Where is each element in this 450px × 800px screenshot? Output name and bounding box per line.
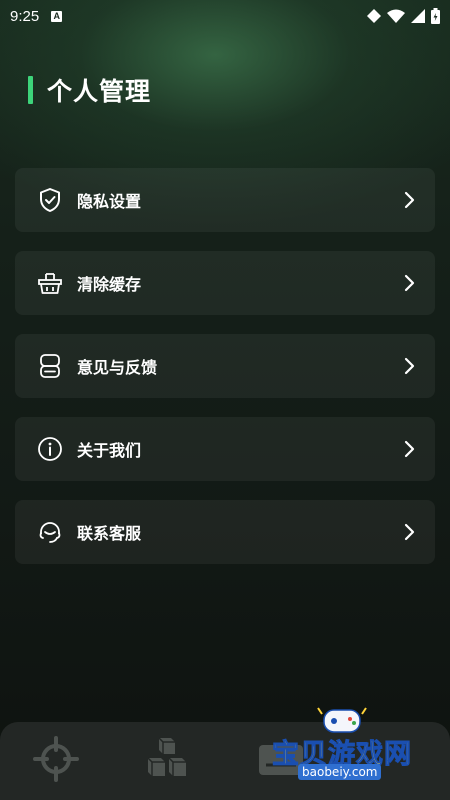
- page-title: 个人管理: [47, 77, 152, 106]
- chevron-right-icon: [404, 440, 415, 458]
- watermark-url: baobeiy.com: [298, 764, 382, 780]
- menu-item-about[interactable]: 关于我们: [15, 417, 435, 481]
- chevron-right-icon: [404, 357, 415, 375]
- chevron-right-icon: [404, 191, 415, 209]
- menu-item-label: 联系客服: [77, 524, 142, 543]
- cell-signal-icon: [411, 9, 425, 23]
- battery-icon: [431, 8, 440, 24]
- status-time: 9:25: [10, 7, 40, 25]
- menu-item-privacy[interactable]: 隐私设置: [15, 168, 435, 232]
- menu-item-clear-cache[interactable]: 清除缓存: [15, 251, 435, 315]
- status-bar: 9:25 A: [0, 0, 450, 32]
- menu-item-label: 隐私设置: [77, 192, 142, 211]
- chevron-right-icon: [404, 523, 415, 541]
- shield-check-icon: [37, 187, 63, 213]
- signal-diamond-icon: [367, 9, 381, 23]
- tab-crosshair[interactable]: [31, 734, 81, 784]
- page-header: 个人管理: [28, 72, 151, 108]
- basket-icon: [37, 270, 63, 296]
- menu-item-label: 关于我们: [77, 441, 142, 460]
- menu-item-label: 意见与反馈: [77, 358, 158, 377]
- settings-menu: 隐私设置 清除缓存 意见与反馈 关于我们 联系客服: [15, 168, 435, 583]
- wifi-icon: [387, 9, 405, 23]
- chevron-right-icon: [404, 274, 415, 292]
- title-accent-bar: [28, 76, 33, 104]
- feedback-icon: [37, 353, 63, 379]
- gamepad-mascot-icon: [317, 707, 367, 733]
- notification-icon: A: [51, 10, 63, 22]
- menu-item-feedback[interactable]: 意见与反馈: [15, 334, 435, 398]
- headset-icon: [37, 519, 63, 545]
- tab-cubes[interactable]: [142, 734, 192, 784]
- menu-item-customer-service[interactable]: 联系客服: [15, 500, 435, 564]
- cubes-icon: [147, 737, 186, 776]
- menu-item-label: 清除缓存: [77, 275, 142, 294]
- crosshair-icon: [33, 736, 79, 782]
- watermark: 宝贝游戏网 baobeiy.com: [250, 702, 450, 792]
- info-icon: [37, 436, 63, 462]
